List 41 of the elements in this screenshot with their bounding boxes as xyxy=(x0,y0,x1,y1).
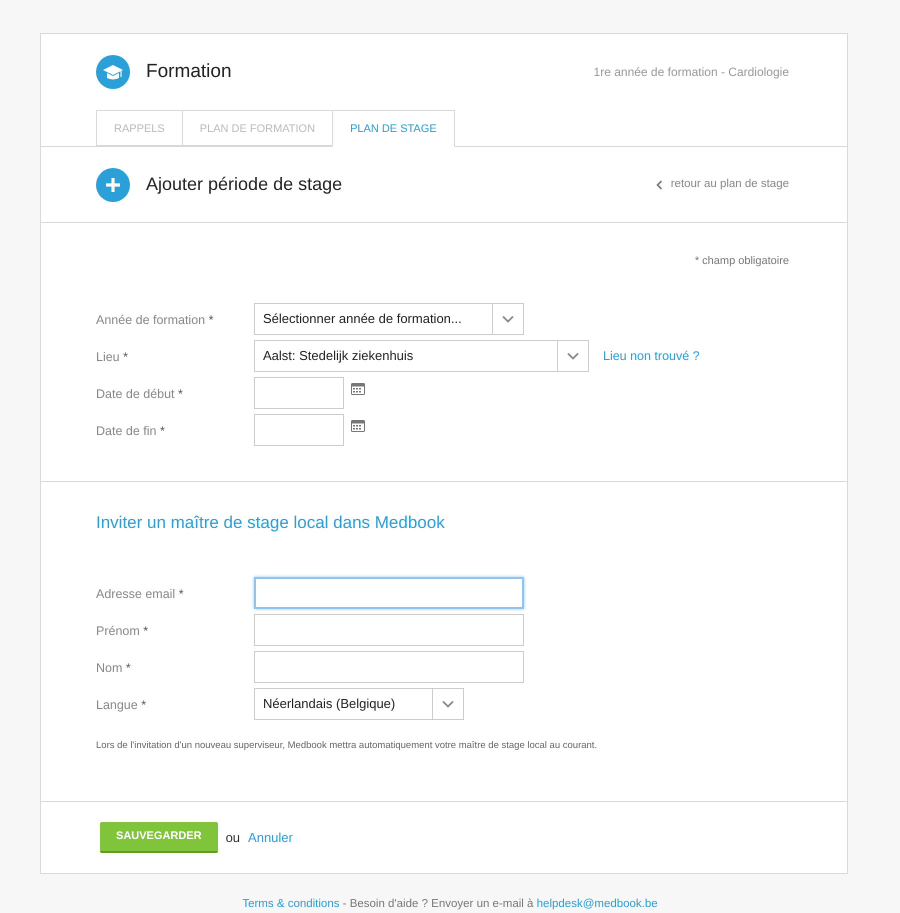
input-field[interactable] xyxy=(254,577,524,609)
required-note: * champ obligatoire xyxy=(694,255,789,267)
calendar-icon[interactable] xyxy=(351,383,365,396)
date-field[interactable] xyxy=(254,376,344,408)
select-field[interactable]: Sélectionner année de formation... xyxy=(254,302,524,334)
page-title: Ajouter période de stage xyxy=(146,173,342,196)
tab[interactable]: PLAN DE FORMATION xyxy=(182,110,334,146)
add-icon xyxy=(96,168,130,202)
field-label: Lieu * xyxy=(96,350,128,364)
select-field[interactable]: Néerlandais (Belgique) xyxy=(254,688,464,720)
select-field[interactable]: Aalst: Stedelijk ziekenhuis xyxy=(254,340,589,372)
chevron-left-icon xyxy=(656,180,663,190)
app-title: Formation xyxy=(146,60,232,84)
tab[interactable]: PLAN DE STAGE xyxy=(332,110,455,147)
cancel-link[interactable]: Annuler xyxy=(248,828,293,848)
field-label: Date de début * xyxy=(96,386,183,400)
save-button[interactable]: SAUVEGARDER xyxy=(100,822,218,853)
input-field[interactable] xyxy=(254,651,524,683)
chevron-down-icon xyxy=(442,700,454,708)
email-link[interactable]: helpdesk@medbook.be xyxy=(536,898,658,910)
info-note: Lors de l'invitation d'un nouveau superviseur, Medbook mettra automatiquement votre maître de stage local au courant. xyxy=(96,740,598,751)
terms-link[interactable]: Terms & conditions xyxy=(242,898,340,910)
year-subtitle: 1re année de formation - Cardiologie xyxy=(594,64,789,81)
or-text: ou xyxy=(226,828,240,847)
footer-text: Terms & conditions - Besoin d'aide ? Envoyer un e-mail à helpdesk@medbook.be xyxy=(241,896,659,912)
field-label: Année de formation * xyxy=(96,312,214,326)
graduation-cap-icon xyxy=(96,55,130,89)
field-label: Prénom * xyxy=(96,624,148,638)
field-label: Date de fin * xyxy=(96,424,165,438)
tab[interactable]: RAPPELS xyxy=(96,110,183,146)
calendar-icon[interactable] xyxy=(351,420,365,432)
field-label: Nom * xyxy=(96,661,131,675)
field-label: Langue * xyxy=(96,698,146,712)
date-field[interactable] xyxy=(254,414,344,446)
back-link[interactable]: retour au plan de stage xyxy=(656,176,789,194)
location-not-found-link[interactable]: Lieu non trouvé ? xyxy=(603,346,700,366)
chevron-down-icon xyxy=(502,314,514,322)
section-title: Inviter un maître de stage local dans Medbook xyxy=(96,512,445,534)
field-label: Adresse email * xyxy=(96,587,184,601)
chevron-down-icon xyxy=(567,352,579,360)
input-field[interactable] xyxy=(254,614,524,646)
